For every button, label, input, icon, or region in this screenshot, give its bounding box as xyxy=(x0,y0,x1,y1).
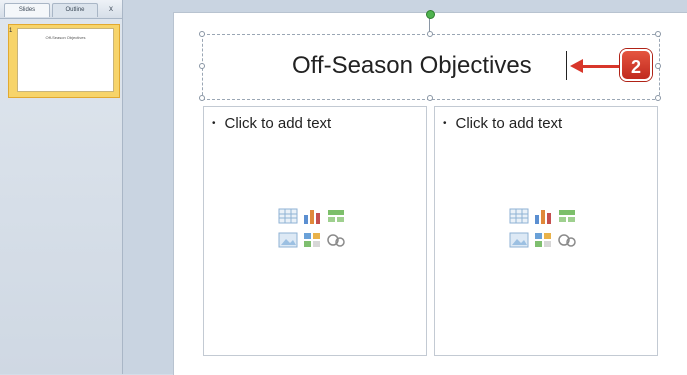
content-placeholder-left[interactable]: • Click to add text xyxy=(203,106,427,356)
clip-art-icon[interactable] xyxy=(302,231,322,249)
slide-title[interactable]: Off-Season Objectives xyxy=(292,52,532,80)
resize-handle-top-left[interactable] xyxy=(199,31,205,37)
smartart-icon[interactable] xyxy=(557,207,577,225)
placeholder-prompt[interactable]: • Click to add text xyxy=(443,115,562,132)
rotation-stem xyxy=(429,17,430,32)
slides-pane: Slides Outline x 1 Off-Season Objectives xyxy=(0,0,123,374)
close-pane-icon[interactable]: x xyxy=(105,3,117,15)
table-icon[interactable] xyxy=(278,207,298,225)
thumbnail-slide: Off-Season Objectives xyxy=(17,28,114,92)
text-cursor xyxy=(566,51,567,80)
tab-slides[interactable]: Slides xyxy=(4,3,50,17)
rotation-handle[interactable] xyxy=(426,10,435,19)
smartart-icon[interactable] xyxy=(326,207,346,225)
tab-outline[interactable]: Outline xyxy=(52,3,98,17)
picture-icon[interactable] xyxy=(278,231,298,249)
resize-handle-bottom[interactable] xyxy=(427,95,433,101)
thumbnail-number: 1 xyxy=(9,28,13,34)
resize-handle-bottom-left[interactable] xyxy=(199,95,205,101)
slide-thumbnail[interactable]: 1 Off-Season Objectives xyxy=(0,24,122,98)
resize-handle-top[interactable] xyxy=(427,31,433,37)
placeholder-text: Click to add text xyxy=(224,115,332,132)
placeholder-prompt[interactable]: • Click to add text xyxy=(212,115,331,132)
chart-icon[interactable] xyxy=(533,207,553,225)
bullet: • xyxy=(212,118,216,129)
chart-icon[interactable] xyxy=(302,207,322,225)
resize-handle-right[interactable] xyxy=(655,63,661,69)
callout-arrow-head xyxy=(570,59,583,73)
step-number-badge: 2 xyxy=(620,49,652,81)
resize-handle-top-right[interactable] xyxy=(655,31,661,37)
resize-handle-left[interactable] xyxy=(199,63,205,69)
resize-handle-bottom-right[interactable] xyxy=(655,95,661,101)
callout-arrow-line xyxy=(582,65,622,68)
bullet: • xyxy=(443,118,447,129)
insert-content-icons xyxy=(509,207,581,253)
thumbnail-title: Off-Season Objectives xyxy=(45,35,86,40)
clip-art-icon[interactable] xyxy=(533,231,553,249)
picture-icon[interactable] xyxy=(509,231,529,249)
insert-content-icons xyxy=(278,207,350,253)
content-placeholder-right[interactable]: • Click to add text xyxy=(434,106,658,356)
table-icon[interactable] xyxy=(509,207,529,225)
media-clip-icon[interactable] xyxy=(557,231,577,249)
pane-tab-bar: Slides Outline x xyxy=(0,0,122,19)
media-clip-icon[interactable] xyxy=(326,231,346,249)
placeholder-text: Click to add text xyxy=(455,115,563,132)
